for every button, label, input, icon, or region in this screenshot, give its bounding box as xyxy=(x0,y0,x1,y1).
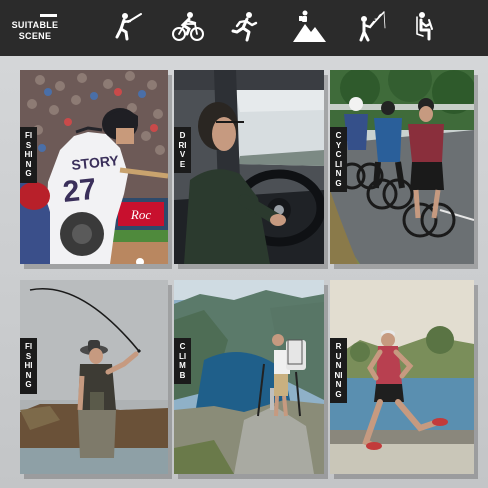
scene-label-cycling: CYCLING xyxy=(330,127,347,192)
climb-photo xyxy=(174,280,324,474)
running-photo xyxy=(330,280,474,474)
header-title-line2: SCENE xyxy=(18,31,52,41)
runner-icon xyxy=(229,10,263,42)
scene-card-baseball: Roc STORY 27 FISHING xyxy=(20,70,168,264)
scene-card-running: RUNNING xyxy=(330,280,474,474)
scene-label-text: RUNNING xyxy=(334,342,343,399)
header-title: SUITABLE SCENE xyxy=(11,20,59,42)
jersey-number: 27 xyxy=(61,173,98,209)
scene-label-running: RUNNING xyxy=(330,338,347,403)
header-dash xyxy=(40,14,57,17)
scene-label-climb: CLIMB xyxy=(174,338,191,384)
header-bar: SUITABLE SCENE xyxy=(0,0,488,56)
scene-label-fishing-2: FISHING xyxy=(20,338,37,394)
drive-photo xyxy=(174,70,324,264)
hiker-mountain-icon xyxy=(292,10,326,42)
cyclist-icon xyxy=(171,10,205,42)
header-title-line1: SUITABLE xyxy=(11,20,59,30)
scene-label-drive: DRIVE xyxy=(174,127,191,173)
stadium-sign-text: Roc xyxy=(130,207,151,222)
scene-label-text: FISHING xyxy=(24,342,33,389)
baseball-photo: Roc STORY 27 xyxy=(20,70,168,264)
scene-card-climb: CLIMB xyxy=(174,280,324,474)
scene-label-text: DRIVE xyxy=(178,131,187,169)
driver-icon xyxy=(409,10,443,42)
fishing-photo xyxy=(20,280,168,474)
scene-label-text: CYCLING xyxy=(334,131,343,188)
scene-label-text: FISHING xyxy=(24,131,33,178)
scene-label-fishing-1: FISHING xyxy=(20,127,37,183)
baseball-batter-icon xyxy=(110,10,144,42)
fisherman-icon xyxy=(353,10,387,42)
scene-card-cycling: CYCLING xyxy=(330,70,474,264)
scene-card-drive: DRIVE xyxy=(174,70,324,264)
scene-card-fishing: FISHING xyxy=(20,280,168,474)
scene-label-text: CLIMB xyxy=(178,342,187,380)
cycling-photo xyxy=(330,70,474,264)
